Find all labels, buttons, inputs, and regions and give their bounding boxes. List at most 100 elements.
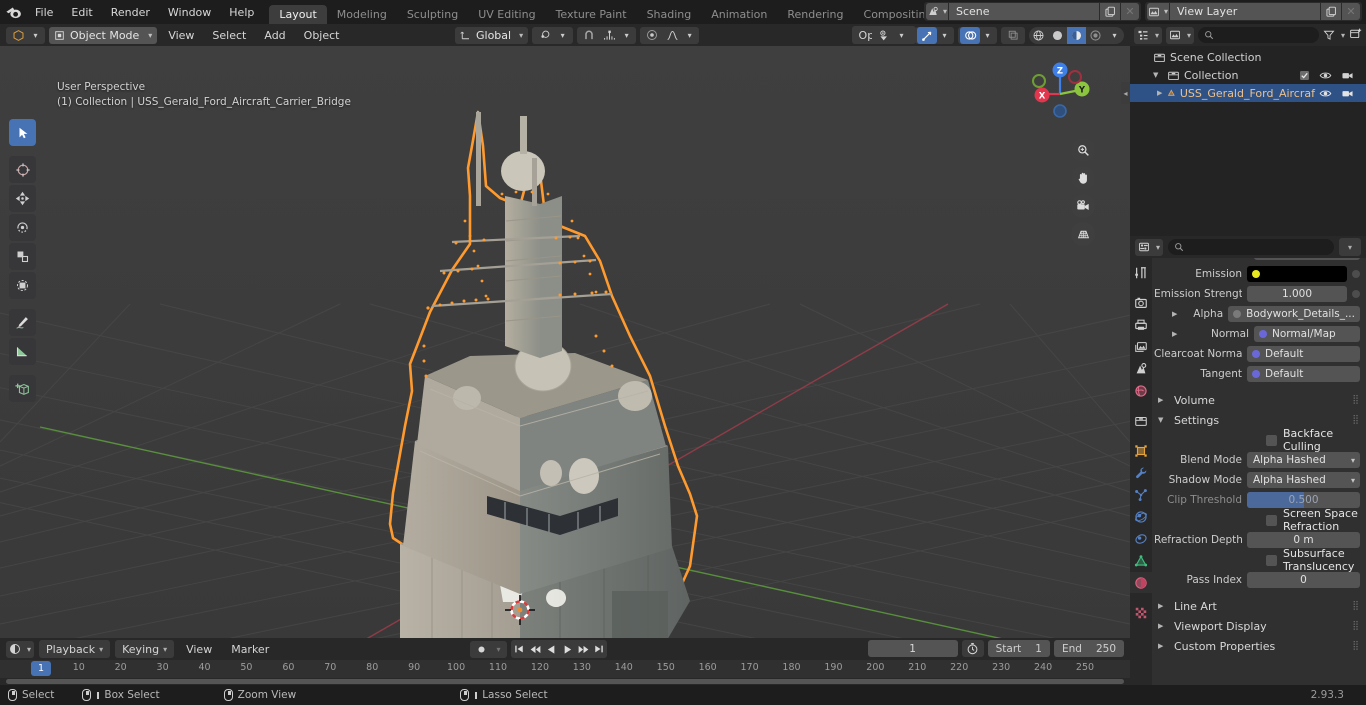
overlays-toggle-group[interactable]: ▾: [958, 26, 997, 44]
annotate-tool[interactable]: [9, 309, 36, 336]
snap-controls[interactable]: ▾: [577, 26, 637, 44]
properties-editor-type-button[interactable]: ▾: [1135, 238, 1164, 256]
zoom-icon[interactable]: [1071, 138, 1095, 162]
screen-space-refraction-checkbox[interactable]: [1266, 514, 1277, 526]
tab-view-layer[interactable]: [1130, 336, 1152, 357]
timeline-menu-keying[interactable]: Keying ▾: [115, 640, 175, 658]
tab-shading[interactable]: Shading: [637, 5, 702, 24]
clearcoat-normal-field[interactable]: Default: [1247, 346, 1360, 362]
alpha-field[interactable]: Bodywork_Details_...: [1228, 306, 1360, 322]
play-icon[interactable]: [559, 641, 575, 658]
view-layer-name[interactable]: View Layer: [1170, 3, 1320, 20]
shading-mode-group[interactable]: ▾: [1029, 26, 1124, 44]
proportional-editing-controls[interactable]: ▾: [640, 26, 700, 44]
menu-window[interactable]: Window: [159, 0, 220, 24]
property-row-normal[interactable]: ▶ Normal Normal/Map: [1152, 324, 1366, 344]
tab-rendering[interactable]: Rendering: [777, 5, 853, 24]
shading-options-chevron-icon[interactable]: ▾: [1105, 27, 1124, 44]
shading-wireframe-icon[interactable]: [1029, 27, 1048, 44]
xray-icon[interactable]: [1003, 27, 1023, 44]
refraction-depth-field[interactable]: 0 m: [1247, 532, 1360, 548]
timeline-ruler[interactable]: 10 20 30 40 50 60 70 80 90 100 110 120 130 140 150 160 1…: [0, 660, 1130, 678]
scene-selector[interactable]: ▾ Scene ✕: [924, 2, 1141, 21]
viewport-menu-select[interactable]: Select: [205, 27, 253, 44]
tab-object-data[interactable]: [1130, 550, 1152, 571]
section-volume[interactable]: ▶ Volume ⣿: [1152, 390, 1366, 410]
tab-layout[interactable]: Layout: [269, 5, 327, 24]
visibility-dropdown[interactable]: ▾: [872, 26, 911, 44]
xray-toggle[interactable]: [1001, 26, 1025, 44]
jump-start-icon[interactable]: [511, 641, 527, 658]
row-backface-culling[interactable]: Backface Culling: [1152, 427, 1366, 453]
subsurface-translucency-checkbox[interactable]: [1266, 554, 1277, 566]
tab-modeling[interactable]: Modeling: [327, 5, 397, 24]
ship-model[interactable]: [0, 46, 1130, 638]
row-blend-mode[interactable]: Blend Mode Alpha Hashed ▾: [1152, 450, 1366, 470]
outliner-search-input[interactable]: [1198, 27, 1319, 43]
editor-type-selector[interactable]: ▾: [6, 26, 45, 44]
properties-options-button[interactable]: ▾: [1339, 238, 1361, 256]
tab-texture[interactable]: [1130, 602, 1152, 623]
camera-icon[interactable]: [1071, 194, 1095, 218]
next-keyframe-icon[interactable]: [575, 641, 591, 658]
viewport-menu-view[interactable]: View: [161, 27, 201, 44]
tab-constraints[interactable]: [1130, 528, 1152, 549]
measure-tool[interactable]: [9, 338, 36, 365]
pan-hand-icon[interactable]: [1071, 166, 1095, 190]
timeline-playhead[interactable]: 1: [30, 661, 52, 676]
emission-strength-field[interactable]: 1.000: [1247, 286, 1347, 302]
transform-tool[interactable]: [9, 272, 36, 299]
use-preview-range-button[interactable]: [961, 640, 984, 657]
property-row-emission-strength[interactable]: Emission Strengt 1.000: [1152, 284, 1366, 304]
new-view-layer-icon[interactable]: [1321, 3, 1341, 20]
tab-render[interactable]: [1130, 292, 1152, 313]
shading-solid-icon[interactable]: [1048, 27, 1067, 44]
scene-icon[interactable]: ▾: [926, 3, 948, 20]
tweak-select-tool[interactable]: [9, 119, 36, 146]
blend-mode-dropdown[interactable]: Alpha Hashed ▾: [1247, 452, 1360, 468]
emission-color-field[interactable]: [1247, 266, 1347, 282]
playback-buttons[interactable]: [511, 640, 607, 658]
smooth-falloff-icon[interactable]: [662, 27, 682, 44]
tab-output[interactable]: [1130, 314, 1152, 335]
shadow-mode-dropdown[interactable]: Alpha Hashed ▾: [1247, 472, 1360, 488]
outliner-filter-button[interactable]: ▾: [1323, 29, 1345, 41]
property-row-alpha[interactable]: ▶ Alpha Bodywork_Details_...: [1152, 304, 1366, 324]
backface-culling-checkbox[interactable]: [1266, 434, 1277, 446]
scene-name[interactable]: Scene: [949, 3, 1099, 20]
menu-edit[interactable]: Edit: [62, 0, 101, 24]
tab-collection-properties[interactable]: [1130, 410, 1152, 431]
section-line-art[interactable]: ▶ Line Art ⣿: [1152, 596, 1366, 616]
transform-orientation-dropdown[interactable]: Global ▾: [455, 26, 529, 44]
shading-material-preview-icon[interactable]: [1067, 26, 1086, 44]
emission-animate-decorator[interactable]: [1352, 270, 1360, 278]
custom-properties-expand-triangle[interactable]: ▶: [1158, 642, 1168, 650]
row-subsurface-translucency[interactable]: Subsurface Translucency: [1152, 547, 1366, 573]
record-icon[interactable]: [471, 641, 491, 658]
clip-threshold-slider[interactable]: 0.500: [1247, 492, 1360, 508]
timeline-menu-playback[interactable]: Playback ▾: [39, 640, 111, 658]
properties-search-input[interactable]: [1168, 239, 1334, 255]
pivot-point-dropdown[interactable]: ▾: [532, 26, 574, 44]
section-custom-properties[interactable]: ▶ Custom Properties ⣿: [1152, 636, 1366, 656]
scale-tool[interactable]: [9, 243, 36, 270]
viewport-sidebar-toggle[interactable]: ◂: [1121, 82, 1130, 104]
outliner-row-scene-collection[interactable]: Scene Collection: [1130, 48, 1366, 66]
move-tool[interactable]: [9, 185, 36, 212]
remove-view-layer-icon[interactable]: ✕: [1342, 3, 1360, 20]
settings-expand-triangle[interactable]: ▼: [1158, 416, 1168, 424]
tab-world[interactable]: [1130, 380, 1152, 401]
row-pass-index[interactable]: Pass Index 0: [1152, 570, 1366, 590]
new-scene-icon[interactable]: [1100, 3, 1120, 20]
jump-end-icon[interactable]: [591, 641, 607, 658]
tab-physics[interactable]: [1130, 506, 1152, 527]
tab-modifiers[interactable]: [1130, 462, 1152, 483]
collection-expand-triangle[interactable]: ▼: [1153, 71, 1163, 79]
viewlayer-icon[interactable]: ▾: [1147, 3, 1169, 20]
outliner-new-collection-button[interactable]: [1349, 27, 1362, 43]
menu-help[interactable]: Help: [220, 0, 263, 24]
outliner-editor-type-button[interactable]: ▾: [1134, 26, 1163, 44]
property-row-emission[interactable]: Emission: [1152, 264, 1366, 284]
gizmo-icon[interactable]: [917, 26, 937, 44]
line-art-expand-triangle[interactable]: ▶: [1158, 602, 1168, 610]
